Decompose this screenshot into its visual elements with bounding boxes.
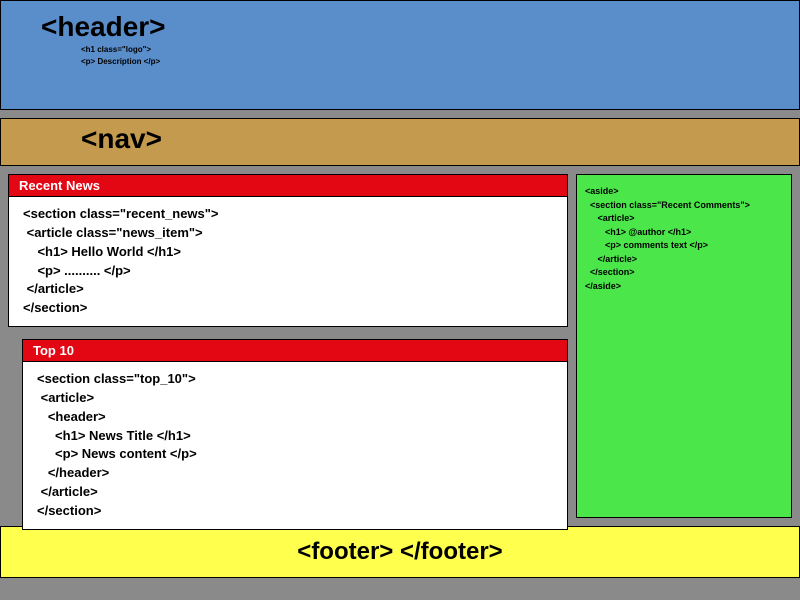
header-tag-label: <header> xyxy=(41,11,759,43)
recent-news-body: <section class="recent_news"> <article c… xyxy=(9,197,567,326)
main-area: Recent News <section class="recent_news"… xyxy=(0,166,800,518)
footer-region: <footer> </footer> xyxy=(0,526,800,578)
top10-header: Top 10 xyxy=(23,340,567,362)
header-sub-line1: <h1 class="logo"> xyxy=(81,45,759,55)
aside-region: <aside> <section class="Recent Comments"… xyxy=(576,174,792,518)
top10-panel: Top 10 <section class="top_10"> <article… xyxy=(22,339,568,530)
footer-tag-label: <footer> </footer> xyxy=(297,538,502,566)
recent-news-panel: Recent News <section class="recent_news"… xyxy=(8,174,568,327)
main-column: Recent News <section class="recent_news"… xyxy=(8,174,568,518)
header-region: <header> <h1 class="logo"> <p> Descripti… xyxy=(0,0,800,110)
nav-tag-label: <nav> xyxy=(81,123,719,155)
header-sub-line2: <p> Description </p> xyxy=(81,57,759,67)
recent-news-header: Recent News xyxy=(9,175,567,197)
nav-region: <nav> xyxy=(0,118,800,166)
top10-body: <section class="top_10"> <article> <head… xyxy=(23,362,567,529)
